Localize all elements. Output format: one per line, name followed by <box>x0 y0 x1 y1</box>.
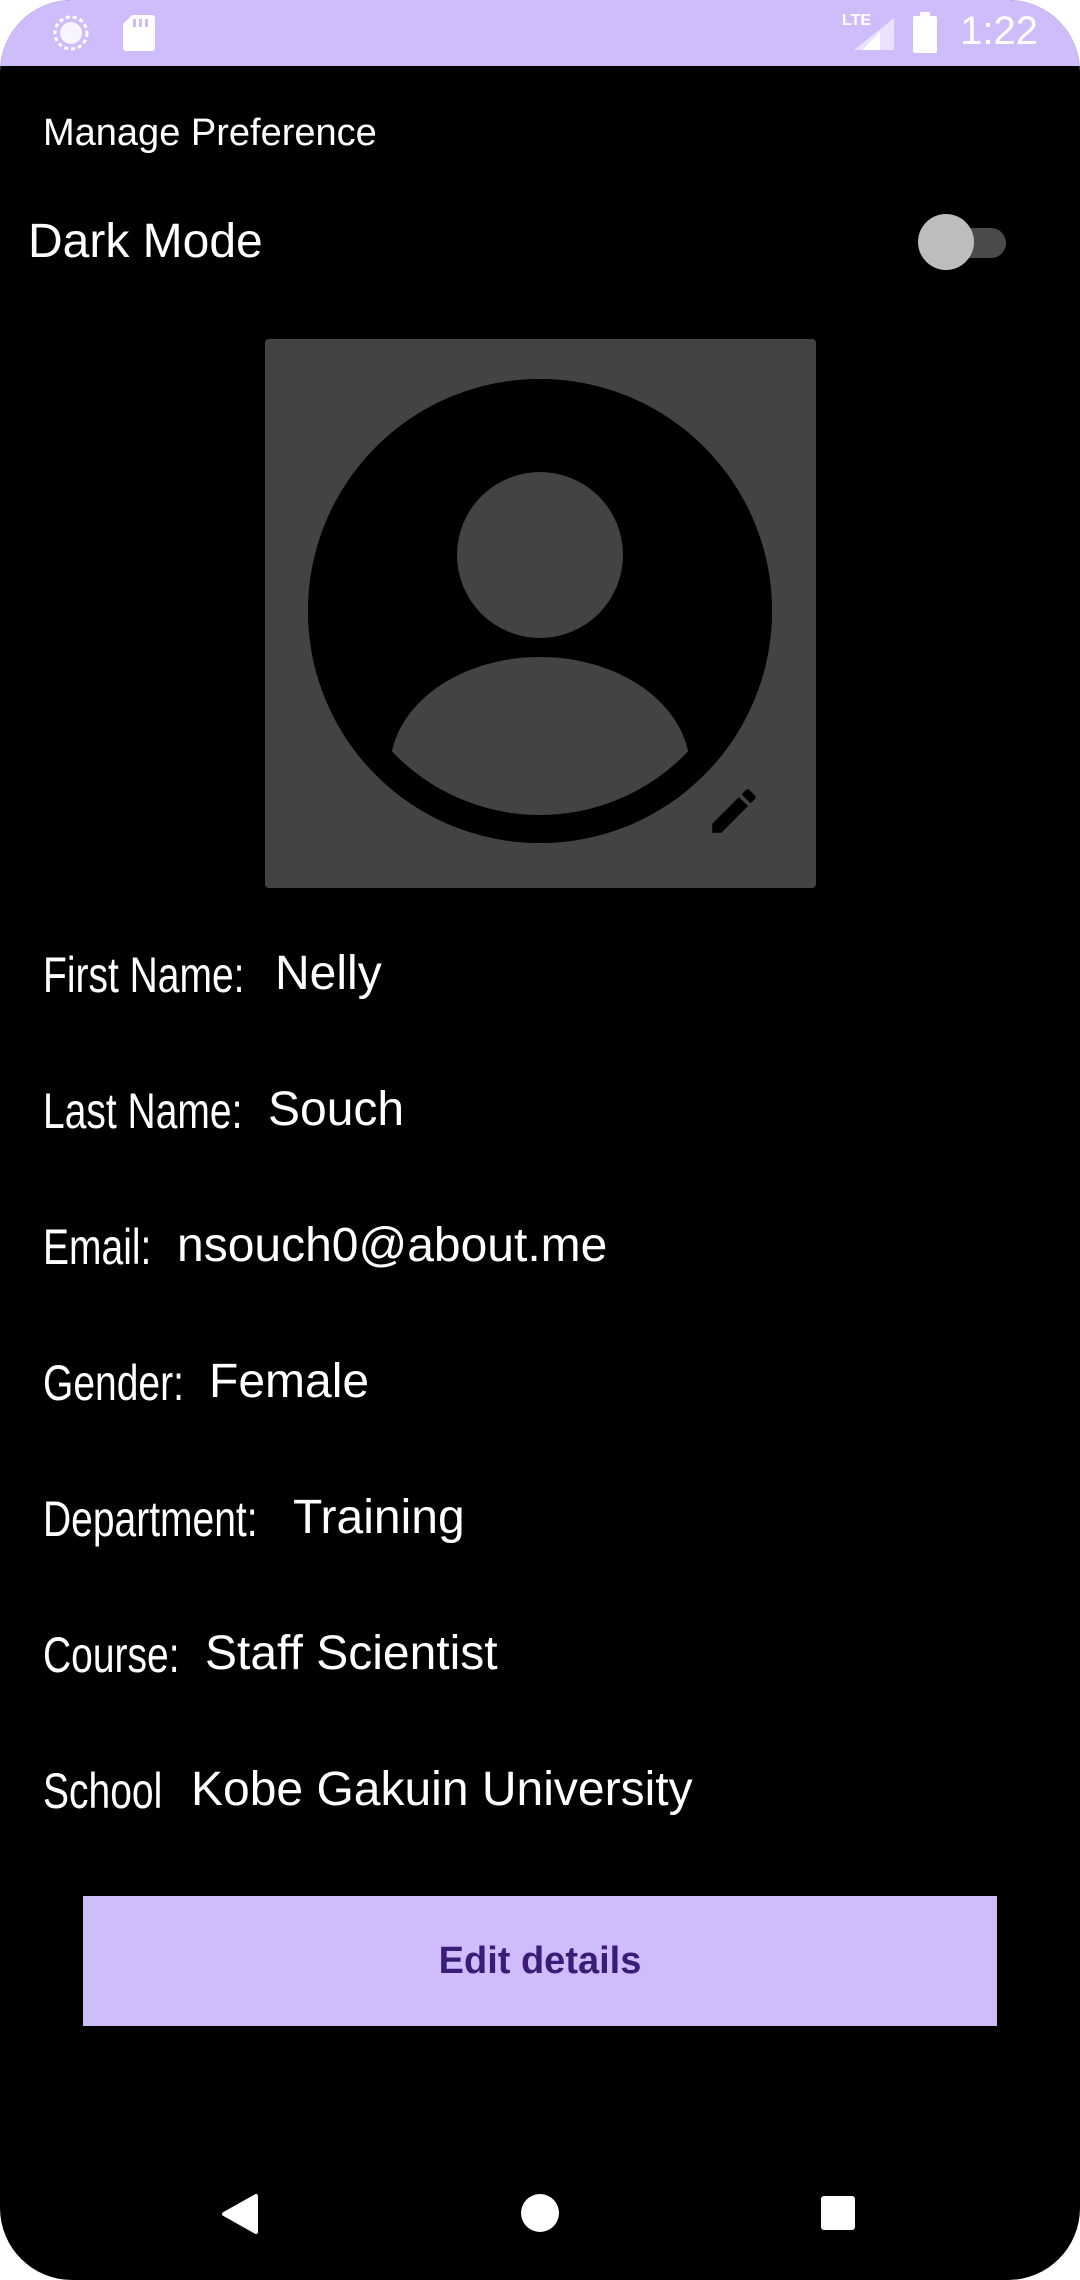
dark-mode-toggle[interactable] <box>918 214 1010 270</box>
last-name-value: Souch <box>268 1083 405 1136</box>
email-row: Email: nsouch0@about.me <box>43 1218 943 1288</box>
status-clock: 1:22 <box>960 9 1038 53</box>
school-row: School Kobe Gakuin University <box>43 1762 943 1832</box>
gender-value: Female <box>209 1355 370 1408</box>
department-row: Department: Training <box>43 1490 943 1560</box>
first-name-label: First Name: <box>43 947 245 1003</box>
course-value: Staff Scientist <box>205 1627 498 1680</box>
email-label: Email: <box>43 1219 152 1275</box>
edit-details-label: Edit details <box>438 1939 642 1982</box>
home-icon[interactable] <box>520 2193 560 2233</box>
gender-label: Gender: <box>43 1355 184 1411</box>
course-label: Course: <box>43 1627 180 1683</box>
first-name-row: First Name: Nelly <box>43 946 943 1016</box>
edit-details-button[interactable]: Edit details <box>83 1896 997 2026</box>
signal-icon <box>854 18 894 50</box>
page-title: Manage Preference <box>43 112 377 154</box>
back-icon[interactable] <box>220 2192 260 2236</box>
last-name-row: Last Name: Souch <box>43 1082 943 1152</box>
recents-icon[interactable] <box>820 2195 856 2231</box>
school-label: School <box>43 1763 163 1819</box>
last-name-label: Last Name: <box>43 1083 243 1139</box>
toggle-thumb <box>918 214 974 270</box>
sd-card-icon <box>123 15 155 51</box>
department-value: Training <box>293 1491 465 1544</box>
dark-mode-label: Dark Mode <box>28 215 263 268</box>
device-screen: LTE 1:22 Manage Preference Dark Mode Fir… <box>0 0 1080 2280</box>
gender-row: Gender: Female <box>43 1354 943 1424</box>
course-row: Course: Staff Scientist <box>43 1626 943 1696</box>
pencil-icon[interactable] <box>705 782 763 840</box>
email-value: nsouch0@about.me <box>177 1219 608 1272</box>
first-name-value: Nelly <box>275 947 382 1000</box>
sync-icon <box>53 15 89 51</box>
school-value: Kobe Gakuin University <box>191 1763 693 1816</box>
battery-icon <box>913 12 937 53</box>
status-bar: LTE 1:22 <box>0 0 1080 66</box>
department-label: Department: <box>43 1491 258 1547</box>
